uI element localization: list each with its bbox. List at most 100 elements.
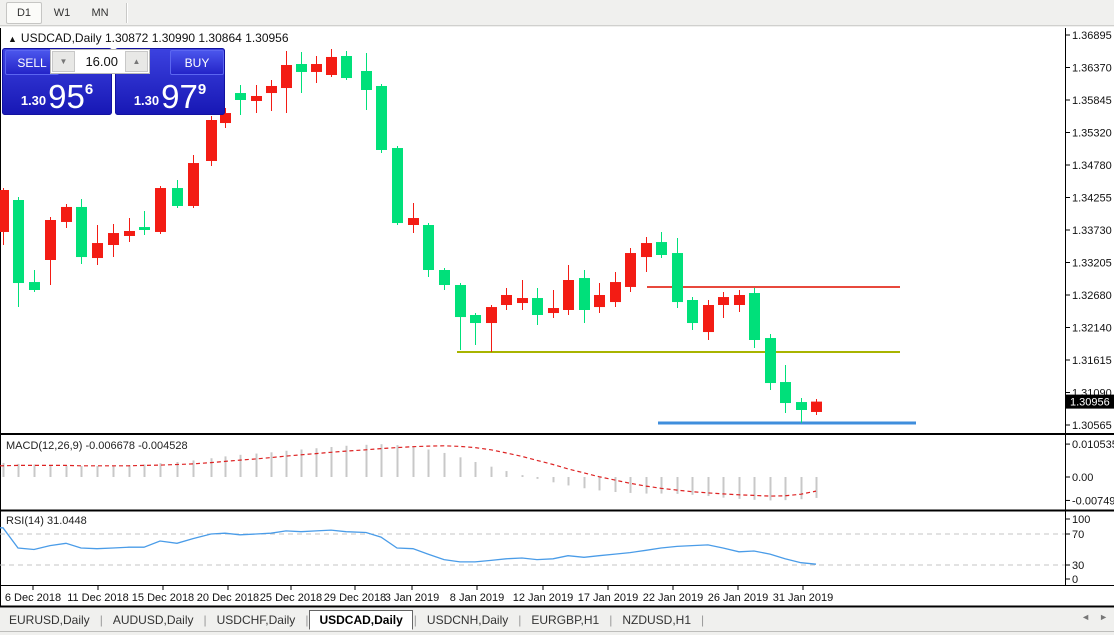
candle-body[interactable] <box>235 93 246 100</box>
buy-price-display[interactable]: 1.30979 <box>115 78 225 114</box>
candle-body[interactable] <box>281 65 292 88</box>
candle-body[interactable] <box>188 163 199 206</box>
candle-body[interactable] <box>687 300 698 323</box>
sell-price-prefix: 1.30 <box>21 93 46 108</box>
candle-body[interactable] <box>470 315 481 323</box>
chart-tab-audusd[interactable]: AUDUSD,Daily <box>104 611 203 629</box>
sell-price-big: 95 <box>48 83 85 111</box>
chart-symbol-label: USDCAD,Daily <box>21 31 102 45</box>
candle-body[interactable] <box>45 220 56 260</box>
candle-body[interactable] <box>734 295 745 305</box>
candle-body[interactable] <box>61 207 72 222</box>
macd-indicator-label: MACD(12,26,9) -0.006678 -0.004528 <box>6 440 188 452</box>
chevron-up-icon: ▲ <box>133 57 141 66</box>
candle-body[interactable] <box>501 295 512 305</box>
candle-body[interactable] <box>579 278 590 310</box>
chart-tab-eurusd[interactable]: EURUSD,Daily <box>0 611 99 629</box>
candle-body[interactable] <box>517 298 528 303</box>
volume-spinner: ▼ 16.00 ▲ <box>50 49 150 74</box>
candle-body[interactable] <box>610 282 621 302</box>
symbol-collapse-icon[interactable]: ▲ <box>8 34 17 44</box>
buy-price-prefix: 1.30 <box>134 93 159 108</box>
candle-body[interactable] <box>656 242 667 255</box>
candle-body[interactable] <box>780 382 791 403</box>
current-price-label: 1.30956 <box>1070 397 1110 409</box>
price-axis-label: 1.32140 <box>1072 323 1112 335</box>
rsi-axis-label: 30 <box>1072 560 1084 572</box>
candle-body[interactable] <box>455 285 466 317</box>
price-axis-label: 1.34255 <box>1072 193 1112 205</box>
candle-body[interactable] <box>341 56 352 78</box>
candle-body[interactable] <box>765 338 776 383</box>
date-axis-label: 29 Dec 2018 <box>324 592 386 604</box>
tab-scroll-right-button[interactable]: ► <box>1099 612 1108 622</box>
ohlc-low: 1.30864 <box>198 31 241 45</box>
candle-body[interactable] <box>108 233 119 245</box>
candle-body[interactable] <box>124 231 135 236</box>
candle-body[interactable] <box>486 307 497 323</box>
candle-body[interactable] <box>392 148 403 223</box>
date-axis-label: 26 Jan 2019 <box>708 592 769 604</box>
price-axis-label: 1.33730 <box>1072 225 1112 237</box>
date-axis-label: 25 Dec 2018 <box>260 592 322 604</box>
candle-body[interactable] <box>311 64 322 72</box>
price-axis-label: 1.30565 <box>1072 420 1112 432</box>
candle-body[interactable] <box>251 96 262 101</box>
volume-input[interactable]: 16.00 <box>76 50 124 73</box>
chart-tab-usdcad[interactable]: USDCAD,Daily <box>309 610 412 630</box>
date-axis-label: 15 Dec 2018 <box>132 592 194 604</box>
chart-tab-usdchf[interactable]: USDCHF,Daily <box>208 611 305 629</box>
date-axis-label: 12 Jan 2019 <box>513 592 574 604</box>
price-axis-label: 1.36370 <box>1072 63 1112 75</box>
candle-body[interactable] <box>423 225 434 270</box>
candle-body[interactable] <box>92 243 103 258</box>
volume-increase-button[interactable]: ▲ <box>125 51 148 72</box>
candle-body[interactable] <box>749 293 760 340</box>
chart-tab-nzdusd[interactable]: NZDUSD,H1 <box>613 611 700 629</box>
candle-body[interactable] <box>672 253 683 302</box>
candle-body[interactable] <box>439 270 450 285</box>
chart-tab-usdcnh[interactable]: USDCNH,Daily <box>418 611 517 629</box>
rsi-axis-label: 100 <box>1072 514 1090 526</box>
buy-button[interactable]: BUY <box>170 50 224 75</box>
tab-scroll-left-button[interactable]: ◄ <box>1081 612 1090 622</box>
candle-body[interactable] <box>811 402 822 412</box>
date-axis-label: 31 Jan 2019 <box>773 592 834 604</box>
candle-body[interactable] <box>796 402 807 410</box>
ohlc-high: 1.30990 <box>152 31 195 45</box>
candle-body[interactable] <box>29 282 40 290</box>
candle-body[interactable] <box>155 188 166 232</box>
price-axis-label: 1.35845 <box>1072 95 1112 107</box>
date-axis-label: 17 Jan 2019 <box>578 592 639 604</box>
candle-body[interactable] <box>0 190 9 232</box>
candle-body[interactable] <box>296 64 307 72</box>
tab-separator: | <box>700 613 705 627</box>
candle-body[interactable] <box>703 305 714 332</box>
candle-body[interactable] <box>326 57 337 75</box>
candle-body[interactable] <box>76 207 87 257</box>
candle-body[interactable] <box>408 218 419 225</box>
candle-body[interactable] <box>266 86 277 93</box>
candle-body[interactable] <box>206 120 217 161</box>
candle-body[interactable] <box>376 86 387 150</box>
macd-signal-line <box>0 446 816 496</box>
candle-body[interactable] <box>718 297 729 305</box>
candle-body[interactable] <box>625 253 636 287</box>
candle-body[interactable] <box>172 188 183 206</box>
macd-axis-label: 0.010535 <box>1072 439 1114 451</box>
volume-decrease-button[interactable]: ▼ <box>52 51 75 72</box>
sell-price-display[interactable]: 1.30956 <box>2 78 112 114</box>
candle-body[interactable] <box>361 71 372 90</box>
candle-body[interactable] <box>548 308 559 313</box>
chart-tab-eurgbp[interactable]: EURGBP,H1 <box>522 611 608 629</box>
candle-body[interactable] <box>594 295 605 307</box>
candle-body[interactable] <box>532 298 543 315</box>
candle-body[interactable] <box>13 200 24 283</box>
macd-axis-label: 0.00 <box>1072 472 1093 484</box>
candle-body[interactable] <box>641 243 652 257</box>
date-axis-label: 11 Dec 2018 <box>67 592 129 604</box>
candle-body[interactable] <box>139 227 150 230</box>
price-axis-label: 1.34780 <box>1072 160 1112 172</box>
ohlc-close: 1.30956 <box>245 31 288 45</box>
candle-body[interactable] <box>563 280 574 310</box>
